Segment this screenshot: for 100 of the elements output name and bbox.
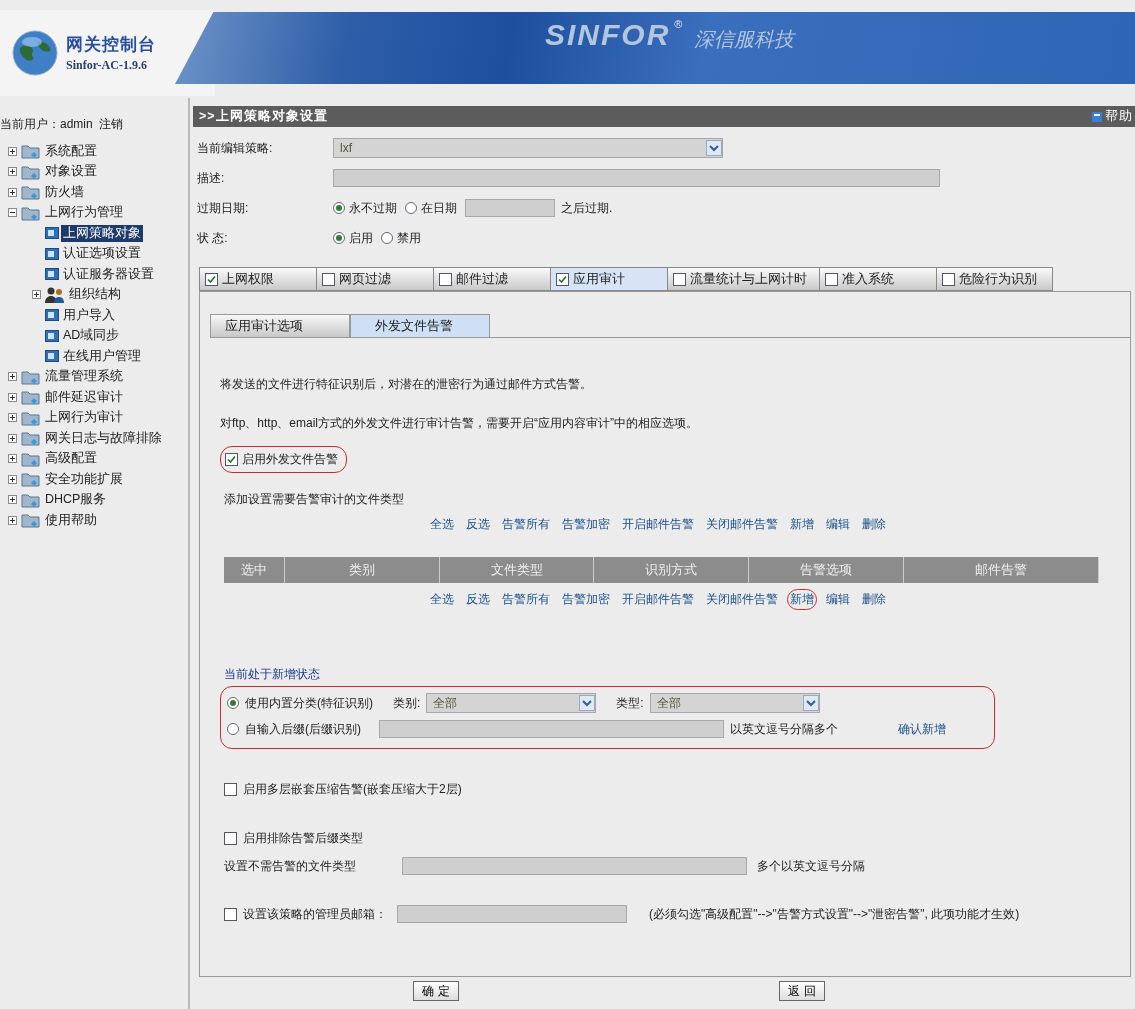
checkbox[interactable] [825,272,838,286]
tree-item[interactable]: 用户导入 [61,306,117,324]
state-title: 当前处于新增状态 [223,666,321,683]
expand-icon[interactable] [8,413,17,423]
tree-item[interactable]: 邮件延迟审计 [43,388,125,406]
column-header: 选中 [224,557,285,583]
checkbox[interactable] [942,272,955,286]
action-link[interactable]: 新增 [786,514,817,535]
expand-icon[interactable] [8,433,17,443]
action-link[interactable]: 删除 [858,514,889,535]
chevron-down-icon[interactable] [582,699,593,707]
date-field[interactable] [465,199,555,217]
action-link[interactable]: 开启邮件告警 [618,589,697,610]
field-label: 描述: [197,169,226,187]
expand-icon[interactable] [8,167,17,177]
help-icon[interactable] [1092,111,1102,122]
confirm-link[interactable]: 确认新增 [896,719,948,739]
tab[interactable]: 准入系统 [819,267,936,291]
chevron-down-icon[interactable] [805,699,816,707]
brand-name: SINFOR [545,18,671,52]
tree-item[interactable]: 使用帮助 [43,511,99,529]
logout-link[interactable]: 注销 [98,116,123,133]
expand-icon[interactable] [8,454,17,464]
tab[interactable]: 上网权限 [199,267,316,291]
expand-icon[interactable] [8,146,17,156]
action-link[interactable]: 编辑 [822,589,853,610]
page-icon [45,350,59,363]
tab[interactable]: 网页过滤 [316,267,433,291]
tab[interactable]: 流量统计与上网计时 [667,267,819,291]
action-link[interactable]: 反选 [462,589,493,610]
tree-item[interactable]: 系统配置 [43,142,99,160]
category-select[interactable]: 全部 [426,693,597,713]
radio-button[interactable] [405,202,417,214]
expand-icon[interactable] [8,515,17,525]
expand-icon[interactable] [8,474,17,484]
tree-item[interactable]: 安全功能扩展 [43,470,125,488]
tab[interactable]: 应用审计选项 [210,314,350,337]
checkbox[interactable] [224,832,237,845]
tree-item[interactable]: 在线用户管理 [61,347,143,365]
tree-item[interactable]: 上网行为审计 [43,409,125,427]
tree-item[interactable]: 认证选项设置 [61,245,143,263]
radio-button[interactable] [227,697,239,709]
folder-icon [21,389,41,406]
action-link[interactable]: 告警加密 [558,514,613,535]
form-button[interactable]: 返 回 [779,981,825,1001]
expand-icon[interactable] [8,372,17,382]
action-link[interactable]: 编辑 [822,514,853,535]
tree-item[interactable]: AD域同步 [61,327,122,345]
expand-icon[interactable] [8,495,17,505]
action-link[interactable]: 告警所有 [498,514,553,535]
checkbox[interactable] [224,907,237,921]
checkbox[interactable] [556,272,569,286]
checkbox[interactable] [224,783,237,796]
form-button[interactable]: 确 定 [413,981,459,1001]
tab[interactable]: 危险行为识别 [936,267,1053,291]
expand-icon[interactable] [8,392,17,402]
tree-item[interactable]: 流量管理系统 [43,368,125,386]
policy-select[interactable]: lxf [333,138,723,158]
suffix-field[interactable] [379,720,724,738]
tree-item[interactable]: 组织结构 [67,286,123,304]
radio-button[interactable] [333,202,345,214]
tree-item[interactable]: 认证服务器设置 [61,265,156,283]
action-link[interactable]: 关闭邮件告警 [702,514,781,535]
tree-item[interactable]: 防火墙 [43,183,86,201]
checkbox[interactable] [673,272,686,286]
collapse-icon[interactable] [8,208,17,218]
action-link[interactable]: 开启邮件告警 [618,514,697,535]
checkbox[interactable] [439,272,452,286]
description-field[interactable] [333,169,940,187]
tree-item[interactable]: 上网行为管理 [43,204,125,222]
chevron-down-icon[interactable] [709,144,719,152]
tab[interactable]: 邮件过滤 [433,267,550,291]
tree-item[interactable]: 高级配置 [43,450,99,468]
description-text: 对ftp、http、email方式的外发文件进行审计告警，需要开启“应用内容审计”中的相应选项。 [220,415,700,432]
tree-item[interactable]: 对象设置 [43,163,99,181]
expand-icon[interactable] [32,290,41,300]
exclude-field[interactable] [402,857,747,875]
radio-button[interactable] [381,232,393,244]
action-link[interactable]: 关闭邮件告警 [702,589,781,610]
tab[interactable]: 外发文件告警 [350,314,490,337]
action-link[interactable]: 告警加密 [558,589,613,610]
checkbox[interactable] [225,453,238,466]
tab[interactable]: 应用审计 [550,267,667,291]
type-select[interactable]: 全部 [649,693,820,713]
action-link[interactable]: 告警所有 [498,589,553,610]
checkbox[interactable] [205,272,218,286]
tree-item[interactable]: DHCP服务 [43,491,109,509]
action-link[interactable]: 删除 [858,589,889,610]
email-field[interactable] [397,905,627,923]
checkbox[interactable] [322,272,335,286]
action-link[interactable]: 全选 [426,514,457,535]
help-link[interactable]: 帮助 [1105,108,1133,125]
column-header: 邮件告警 [904,557,1099,583]
tree-item[interactable]: 上网策略对象 [61,224,143,242]
tree-item[interactable]: 网关日志与故障排除 [43,429,164,447]
radio-button[interactable] [227,723,239,735]
action-link[interactable]: 全选 [426,589,457,610]
action-link[interactable]: 反选 [462,514,493,535]
expand-icon[interactable] [8,187,17,197]
radio-button[interactable] [333,232,345,244]
